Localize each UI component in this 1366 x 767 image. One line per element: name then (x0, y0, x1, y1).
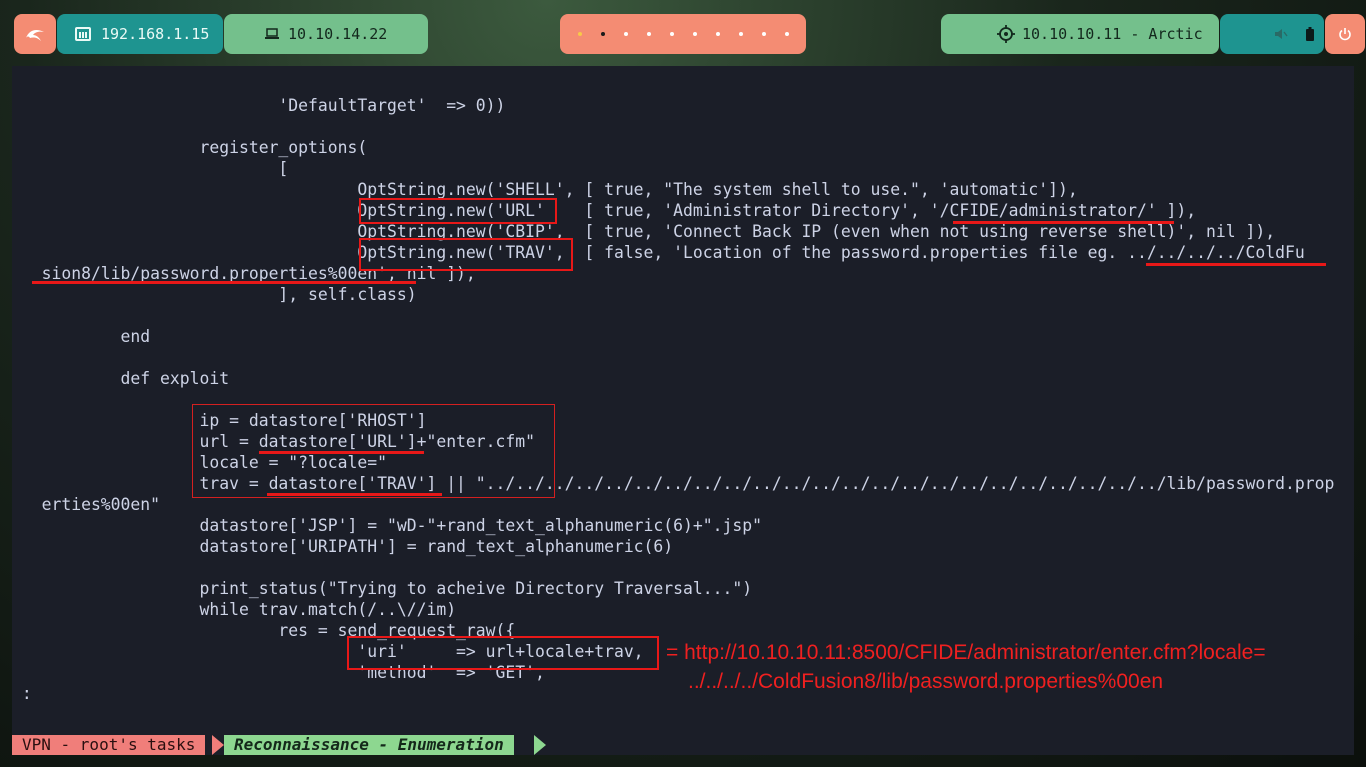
battery-icon[interactable] (1306, 27, 1314, 41)
launcher-button[interactable] (14, 14, 56, 54)
status-separator (212, 735, 224, 755)
code-line: [ (12, 159, 289, 178)
local-ip-indicator[interactable]: 192.168.1.15 (57, 14, 223, 54)
status-arrow (534, 735, 546, 755)
terminal-scrollbar[interactable] (1346, 66, 1354, 755)
laptop-icon (265, 28, 279, 39)
annotation-url-line-1: = http://10.10.10.11:8500/CFIDE/administ… (666, 641, 1266, 664)
status-window-tab[interactable]: Reconnaissance - Enumeration (224, 735, 514, 755)
workspace-6[interactable] (692, 32, 697, 36)
desktop: 192.168.1.15 10.10.14.22 10.10.10.11 - A… (0, 0, 1366, 767)
power-icon (1339, 28, 1351, 41)
system-tray[interactable] (1220, 14, 1324, 54)
code-line: : (12, 684, 32, 703)
code-line: OptString.new('SHELL', [ true, "The syst… (12, 180, 1078, 199)
code-line: def exploit (12, 369, 230, 388)
code-line: end (12, 327, 151, 346)
workspace-switcher[interactable] (560, 14, 806, 54)
code-line: while trav.match(/..\//im) (12, 600, 457, 619)
code-line: 'DefaultTarget' => 0)) (12, 96, 506, 115)
network-card-icon (75, 27, 91, 41)
highlight-trav-option (359, 238, 573, 271)
workspace-9[interactable] (761, 32, 766, 36)
workspace-2[interactable] (600, 32, 605, 36)
workspace-3[interactable] (623, 32, 628, 36)
code-line: OptString.new('URL' [ true, 'Administrat… (12, 201, 1197, 220)
target-indicator[interactable]: 10.10.10.11 - Arctic (941, 14, 1219, 54)
underline-coldfusion-path-1 (1146, 263, 1326, 266)
underline-datastore-url (259, 451, 424, 454)
code-line: OptString.new('CBIP', [ true, 'Connect B… (12, 222, 1276, 241)
vpn-ip-indicator[interactable]: 10.10.14.22 (224, 14, 428, 54)
code-line: erties%00en" (12, 495, 161, 514)
tmux-status-bar: VPN - root's tasks Reconnaissance - Enum… (12, 735, 1354, 755)
code-line: print_status("Trying to acheive Director… (12, 579, 753, 598)
workspace-8[interactable] (738, 32, 743, 36)
code-line: datastore['URIPATH'] = rand_text_alphanu… (12, 537, 674, 556)
underline-coldfusion-path-2 (32, 281, 416, 284)
underline-admin-path (953, 221, 1174, 224)
annotation-url-line-2: ../../../../ColdFusion8/lib/password.pro… (688, 670, 1164, 693)
workspace-4[interactable] (646, 32, 651, 36)
status-session[interactable]: VPN - root's tasks (12, 735, 206, 755)
crosshair-icon (997, 25, 1015, 43)
workspace-1[interactable] (577, 32, 582, 36)
code-line: OptString.new('TRAV', [ false, 'Location… (12, 243, 1305, 262)
underline-datastore-trav (267, 493, 442, 496)
local-ip-text: 192.168.1.15 (101, 25, 210, 43)
vpn-ip-text: 10.10.14.22 (288, 25, 388, 43)
code-line: register_options( (12, 138, 368, 157)
highlight-url-option (359, 198, 557, 224)
speaker-muted-icon[interactable] (1274, 28, 1288, 40)
target-text: 10.10.10.11 - Arctic (1022, 25, 1203, 43)
workspace-5[interactable] (669, 32, 674, 36)
workspace-10[interactable] (784, 32, 789, 36)
code-line: datastore['JSP'] = "wD-"+rand_text_alpha… (12, 516, 762, 535)
terminal-window[interactable]: 'DefaultTarget' => 0)) register_options(… (12, 66, 1354, 755)
power-button[interactable] (1325, 14, 1365, 54)
highlight-uri-param (347, 636, 659, 670)
code-line: ], self.class) (12, 285, 417, 304)
kali-dragon-icon (26, 30, 44, 41)
workspace-7[interactable] (715, 32, 720, 36)
